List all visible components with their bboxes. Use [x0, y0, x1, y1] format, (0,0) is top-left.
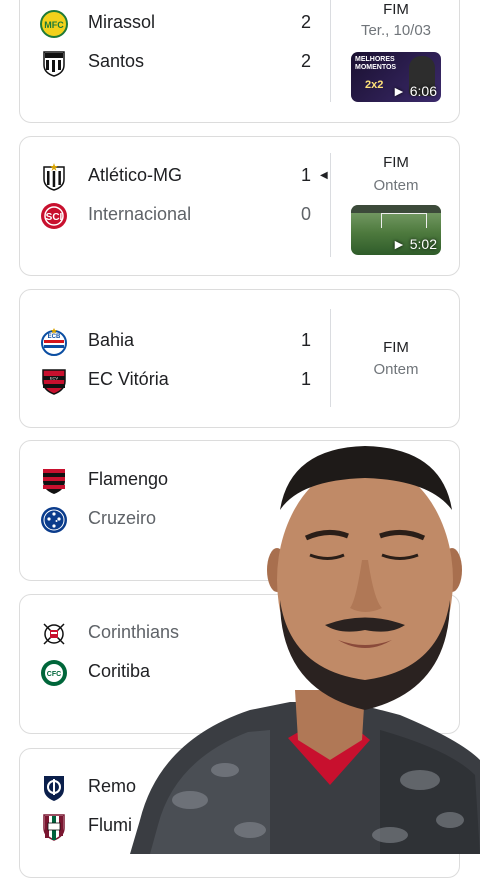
- cruzeiro-logo-icon: [41, 507, 67, 533]
- status-label: FIM: [383, 154, 409, 171]
- match-card[interactable]: ECB Bahia 1 ECV EC Vitória 1 FIM Ontem: [19, 289, 460, 428]
- match-card[interactable]: MFC Mirassol 2 Santos 2 FIM Ter., 10/03 …: [19, 0, 460, 123]
- santos-logo-icon: [43, 51, 65, 77]
- status-label: FIM: [383, 1, 409, 18]
- away-team-row: Santos 2: [20, 48, 350, 78]
- goal-net: [381, 213, 427, 228]
- team-name: Flumi: [88, 815, 132, 835]
- team-name: EC Vitória: [88, 369, 169, 389]
- team-name: Internacional: [88, 204, 192, 224]
- play-icon: ►: [392, 236, 410, 252]
- team-score: 1: [300, 330, 311, 350]
- team-score: 2: [300, 12, 311, 32]
- match-date: Ontem: [373, 361, 419, 378]
- crowd-strip: [351, 205, 441, 213]
- svg-text:CFC: CFC: [47, 671, 61, 678]
- team-name: Santos: [88, 51, 145, 71]
- video-duration: 5:02: [409, 236, 437, 252]
- status-label: FIM: [383, 339, 409, 356]
- internacional-logo-icon: SCI: [41, 203, 67, 229]
- coritiba-logo-icon: CFC: [41, 660, 67, 686]
- flamengo-logo-icon: [43, 469, 65, 494]
- match-date: Ontem: [373, 177, 419, 194]
- team-score: 1: [300, 369, 311, 389]
- video-thumbnail[interactable]: ► 5:02: [351, 205, 441, 255]
- team-name: Mirassol: [88, 12, 156, 32]
- remo-logo-icon: [44, 776, 64, 801]
- home-team-row: ECB Bahia 1: [20, 327, 350, 357]
- video-thumbnail[interactable]: MELHORES MOMENTOS 2x2 ► 6:06: [351, 52, 441, 102]
- mirassol-logo-icon: MFC: [40, 10, 68, 38]
- match-date: Ter., 10/03: [360, 22, 432, 39]
- away-team-row: SCI Internacional 0: [20, 201, 350, 231]
- video-duration: 6:06: [409, 83, 437, 99]
- match-status: FIM Ter., 10/03: [331, 1, 459, 39]
- winner-arrow-icon: ◀: [320, 170, 328, 181]
- fluminense-logo-icon: [43, 814, 65, 841]
- corinthians-logo-icon: [43, 623, 65, 645]
- presenter-overlay-image: [130, 446, 480, 854]
- team-name: Remo: [88, 776, 137, 796]
- svg-text:MFC: MFC: [44, 20, 64, 30]
- vitoria-logo-icon: ECV: [42, 369, 66, 395]
- atletico-mg-logo-icon: [43, 163, 65, 191]
- away-team-row: ECV EC Vitória 1: [20, 366, 350, 396]
- thumbnail-title: MELHORES MOMENTOS: [355, 56, 397, 71]
- svg-text:ECV: ECV: [50, 376, 59, 381]
- svg-text:SCI: SCI: [46, 212, 63, 223]
- team-score: 1: [300, 165, 311, 185]
- match-status: FIM Ontem: [331, 154, 459, 194]
- play-icon: ►: [392, 83, 410, 99]
- team-score: 2: [300, 51, 311, 71]
- home-team-row: Atlético-MG 1: [20, 162, 350, 192]
- team-name: Bahia: [88, 330, 135, 350]
- team-name: Atlético-MG: [88, 165, 183, 185]
- match-status: FIM Ontem: [331, 339, 459, 378]
- home-team-row: MFC Mirassol 2: [20, 9, 350, 39]
- match-card[interactable]: Atlético-MG 1 ◀ SCI Internacional 0 FIM …: [19, 136, 460, 276]
- bahia-logo-icon: ECB: [41, 328, 67, 356]
- thumbnail-score: 2x2: [365, 79, 384, 91]
- team-score: 0: [300, 204, 311, 224]
- svg-text:ECB: ECB: [48, 334, 61, 340]
